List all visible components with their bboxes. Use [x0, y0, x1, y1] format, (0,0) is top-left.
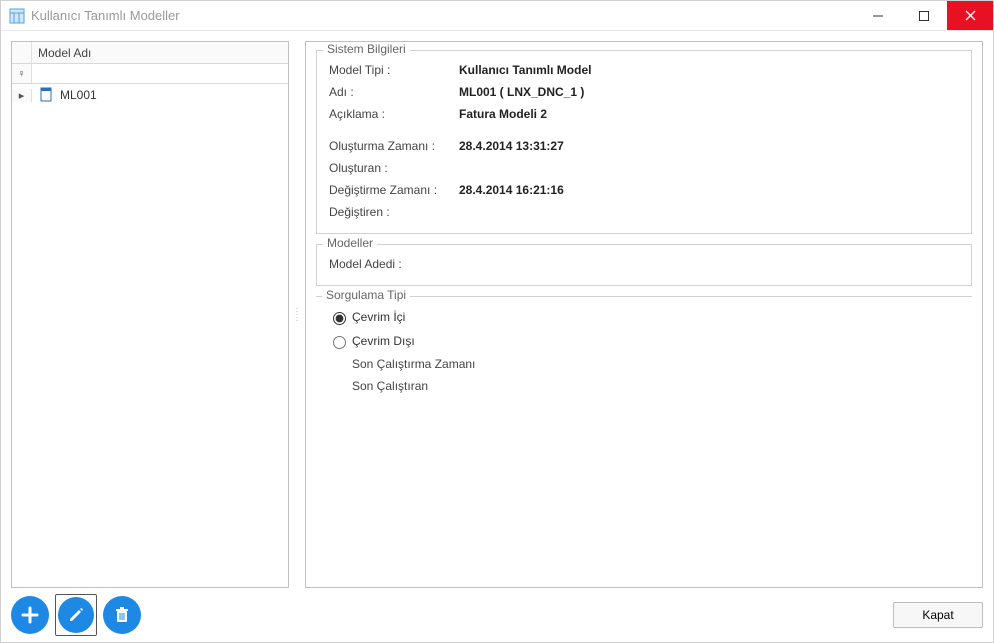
close-button[interactable]: [947, 1, 993, 30]
system-info-group: Sistem Bilgileri Model Tipi : Kullanıcı …: [316, 50, 972, 234]
online-radio[interactable]: [333, 312, 346, 325]
system-info-legend: Sistem Bilgileri: [323, 42, 410, 56]
description-label: Açıklama :: [329, 107, 459, 121]
offline-label[interactable]: Çevrim Dışı: [352, 334, 415, 348]
table-row[interactable]: ▸ ML001: [12, 84, 288, 106]
window-title: Kullanıcı Tanımlı Modeller: [31, 8, 855, 23]
models-legend: Modeller: [323, 236, 377, 250]
details-panel: Sistem Bilgileri Model Tipi : Kullanıcı …: [305, 41, 983, 588]
grid-filter-input[interactable]: [32, 64, 288, 83]
titlebar: Kullanıcı Tanımlı Modeller: [1, 1, 993, 31]
footer: Kapat: [1, 588, 993, 642]
trash-icon: [113, 606, 131, 624]
online-label[interactable]: Çevrim İçi: [352, 310, 405, 324]
maximize-button[interactable]: [901, 1, 947, 30]
query-type-legend: Sorgulama Tipi: [322, 288, 410, 302]
description-value: Fatura Modeli 2: [459, 107, 547, 121]
grid-indicator-header: [12, 42, 32, 63]
offline-radio[interactable]: [333, 336, 346, 349]
edit-button[interactable]: [55, 594, 97, 636]
delete-button[interactable]: [103, 596, 141, 634]
modified-time-value: 28.4.2014 16:21:16: [459, 183, 564, 197]
app-window: Kullanıcı Tanımlı Modeller Model Adı: [0, 0, 994, 643]
created-time-value: 28.4.2014 13:31:27: [459, 139, 564, 153]
modifier-label: Değiştiren :: [329, 205, 459, 219]
grid-column-header[interactable]: Model Adı: [32, 42, 288, 63]
model-name-cell: ML001: [60, 88, 288, 102]
body: Model Adı ♀ ▸ ML001 ····· Siste: [1, 31, 993, 588]
close-icon: [965, 10, 976, 21]
grid-row-indicator: ▸: [12, 89, 32, 102]
plus-icon: [20, 605, 40, 625]
minimize-icon: [873, 11, 883, 21]
model-type-label: Model Tipi :: [329, 63, 459, 77]
name-value: ML001 ( LNX_DNC_1 ): [459, 85, 584, 99]
last-run-time-label: Son Çalıştırma Zamanı: [328, 353, 960, 375]
model-count-label: Model Adedi :: [329, 257, 459, 271]
query-type-group: Sorgulama Tipi Çevrim İçi Çevrim Dışı So…: [316, 296, 972, 397]
last-runner-label: Son Çalıştıran: [328, 375, 960, 397]
name-label: Adı :: [329, 85, 459, 99]
minimize-button[interactable]: [855, 1, 901, 30]
grid-filter-indicator: ♀: [12, 64, 32, 83]
model-grid: Model Adı ♀ ▸ ML001: [11, 41, 289, 588]
created-time-label: Oluşturma Zamanı :: [329, 139, 459, 153]
maximize-icon: [919, 11, 929, 21]
model-icon: [38, 87, 54, 103]
splitter[interactable]: ·····: [293, 41, 301, 588]
splitter-grip-icon: ·····: [295, 307, 298, 322]
model-type-value: Kullanıcı Tanımlı Model: [459, 63, 591, 77]
creator-label: Oluşturan :: [329, 161, 459, 175]
models-group: Modeller Model Adedi :: [316, 244, 972, 286]
app-icon: [9, 8, 25, 24]
add-button[interactable]: [11, 596, 49, 634]
pencil-icon: [67, 606, 85, 624]
close-dialog-button[interactable]: Kapat: [893, 602, 983, 628]
modified-time-label: Değiştirme Zamanı :: [329, 183, 459, 197]
